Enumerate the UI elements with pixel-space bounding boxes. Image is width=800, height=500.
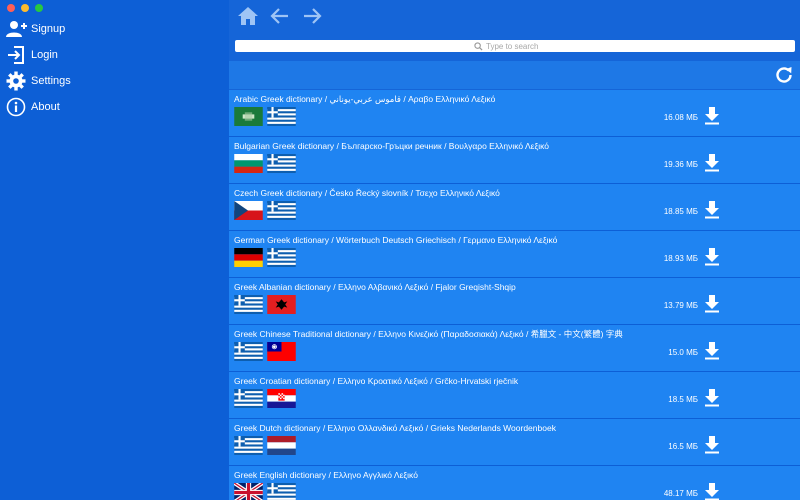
language-flags	[234, 201, 296, 220]
language-flags	[234, 154, 296, 173]
list-item[interactable]: Czech Greek dictionary / Česko Řecký slo…	[229, 184, 800, 231]
file-size: 19.36 МБ	[663, 160, 698, 169]
netherlands-flag-icon	[267, 436, 296, 455]
download-icon[interactable]	[704, 295, 720, 313]
forward-button[interactable]	[299, 4, 325, 28]
sidebar-item-settings[interactable]: Settings	[0, 68, 229, 94]
list-item[interactable]: Greek Dutch dictionary / Ελληνο Ολλανδικ…	[229, 419, 800, 466]
gear-icon	[5, 71, 27, 91]
croatia-flag-icon	[267, 389, 296, 408]
file-size: 16.5 МБ	[668, 442, 698, 451]
main-panel: Arabic Greek dictionary / قاموس عربي-يون…	[229, 0, 800, 500]
greece-flag-icon	[267, 201, 296, 220]
download-icon[interactable]	[704, 436, 720, 454]
login-icon	[5, 45, 27, 65]
file-size: 18.85 МБ	[663, 207, 698, 216]
file-size: 18.5 МБ	[668, 395, 698, 404]
language-flags	[234, 483, 296, 500]
list-item[interactable]: Arabic Greek dictionary / قاموس عربي-يون…	[229, 90, 800, 137]
greece-flag-icon	[267, 483, 296, 500]
sidebar-item-about[interactable]: About	[0, 94, 229, 120]
greece-flag-icon	[234, 389, 263, 408]
zoom-window-button[interactable]	[35, 4, 43, 12]
file-size: 48.17 МБ	[663, 489, 698, 498]
list-item[interactable]: Greek Albanian dictionary / Ελληνο Αλβαν…	[229, 278, 800, 325]
dictionary-title: Greek Dutch dictionary / Ελληνο Ολλανδικ…	[234, 423, 556, 433]
back-button[interactable]	[267, 4, 293, 28]
file-size: 13.79 МБ	[663, 301, 698, 310]
download-icon[interactable]	[704, 483, 720, 500]
greece-flag-icon	[267, 154, 296, 173]
sidebar-item-label: Signup	[31, 23, 66, 35]
close-window-button[interactable]	[7, 4, 15, 12]
language-flags	[234, 107, 296, 126]
greece-flag-icon	[234, 295, 263, 314]
language-flags	[234, 248, 296, 267]
search-input[interactable]	[486, 41, 556, 51]
list-item[interactable]: Bulgarian Greek dictionary / Българско-Г…	[229, 137, 800, 184]
search-icon	[474, 41, 483, 51]
sidebar-item-signup[interactable]: Signup	[0, 16, 229, 42]
greece-flag-icon	[267, 107, 296, 126]
download-icon[interactable]	[704, 201, 720, 219]
sidebar-item-label: Login	[31, 49, 58, 61]
albania-flag-icon	[267, 295, 296, 314]
sidebar: Signup Login Settings About	[0, 0, 229, 500]
bulgaria-flag-icon	[234, 154, 263, 173]
sidebar-menu: Signup Login Settings About	[0, 16, 229, 120]
window-controls	[7, 4, 43, 12]
arrow-right-icon	[304, 8, 322, 24]
minimize-window-button[interactable]	[21, 4, 29, 12]
download-icon[interactable]	[704, 342, 720, 360]
info-icon	[5, 97, 27, 117]
list-item[interactable]: Greek Chinese Traditional dictionary / Ε…	[229, 325, 800, 372]
czech-republic-flag-icon	[234, 201, 263, 220]
dictionary-title: Arabic Greek dictionary / قاموس عربي-يون…	[234, 94, 496, 104]
germany-flag-icon	[234, 248, 263, 267]
list-header	[229, 61, 800, 89]
list-item[interactable]: German Greek dictionary / Wörterbuch Deu…	[229, 231, 800, 278]
greece-flag-icon	[234, 436, 263, 455]
list-item[interactable]: Greek English dictionary / Ελληνο Αγγλικ…	[229, 466, 800, 500]
dictionary-title: German Greek dictionary / Wörterbuch Deu…	[234, 235, 558, 245]
download-icon[interactable]	[704, 154, 720, 172]
language-flags	[234, 342, 296, 361]
search-bar	[235, 40, 795, 52]
dictionary-title: Greek Chinese Traditional dictionary / Ε…	[234, 329, 623, 339]
arrow-left-icon	[270, 8, 288, 24]
dictionary-title: Greek Albanian dictionary / Ελληνο Αλβαν…	[234, 282, 516, 292]
greece-flag-icon	[267, 248, 296, 267]
file-size: 18.93 МБ	[663, 254, 698, 263]
dictionary-title: Bulgarian Greek dictionary / Българско-Г…	[234, 141, 550, 151]
united-kingdom-flag-icon	[234, 483, 263, 500]
home-button[interactable]	[235, 4, 261, 28]
dictionary-title: Czech Greek dictionary / Česko Řecký slo…	[234, 188, 500, 198]
sidebar-item-label: About	[31, 101, 60, 113]
dictionary-title: Greek Croatian dictionary / Ελληνο Κροατ…	[234, 376, 519, 386]
saudi-arabia-flag-icon	[234, 107, 263, 126]
language-flags	[234, 295, 296, 314]
sidebar-item-login[interactable]: Login	[0, 42, 229, 68]
add-user-icon	[5, 19, 27, 39]
taiwan-flag-icon	[267, 342, 296, 361]
download-icon[interactable]	[704, 248, 720, 266]
list-item[interactable]: Greek Croatian dictionary / Ελληνο Κροατ…	[229, 372, 800, 419]
dictionary-title: Greek English dictionary / Ελληνο Αγγλικ…	[234, 470, 418, 480]
language-flags	[234, 436, 296, 455]
home-icon	[238, 7, 258, 25]
file-size: 16.08 МБ	[663, 113, 698, 122]
language-flags	[234, 389, 296, 408]
file-size: 15.0 МБ	[668, 348, 698, 357]
download-icon[interactable]	[704, 389, 720, 407]
toolbar	[235, 4, 325, 28]
sidebar-item-label: Settings	[31, 75, 71, 87]
greece-flag-icon	[234, 342, 263, 361]
dictionary-list: Arabic Greek dictionary / قاموس عربي-يون…	[229, 90, 800, 500]
refresh-icon[interactable]	[774, 65, 794, 85]
download-icon[interactable]	[704, 107, 720, 125]
